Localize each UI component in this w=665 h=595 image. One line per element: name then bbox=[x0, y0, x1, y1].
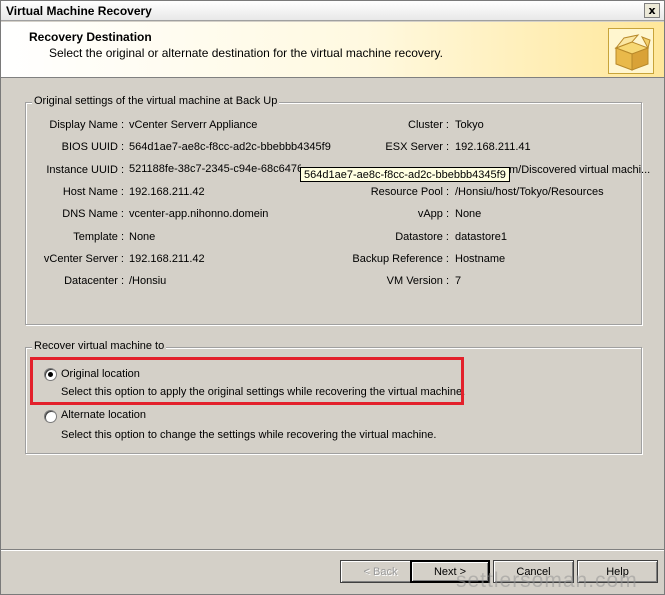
cluster-label: Cluster : bbox=[408, 119, 449, 131]
vapp-value: None bbox=[455, 208, 482, 220]
alternate-location-description: Select this option to change the setting… bbox=[61, 429, 437, 441]
wizard-header: Recovery Destination Select the original… bbox=[1, 22, 664, 78]
host-name-label: Host Name : bbox=[62, 186, 124, 198]
back-button[interactable]: < Back bbox=[340, 560, 421, 583]
bios-uuid-label: BIOS UUID : bbox=[61, 141, 124, 153]
original-settings-legend: Original settings of the virtual machine… bbox=[32, 95, 280, 107]
uuid-tooltip: 564d1ae7-ae8c-f8cc-ad2c-bbebbb4345f9 bbox=[300, 167, 510, 182]
window-title: Virtual Machine Recovery bbox=[6, 4, 152, 18]
open-box-icon bbox=[608, 28, 654, 74]
alternate-location-label[interactable]: Alternate location bbox=[61, 409, 146, 421]
page-subtitle: Select the original or alternate destina… bbox=[49, 46, 443, 60]
bios-uuid-value: 564d1ae7-ae8c-f8cc-ad2c-bbebbb4345f9 bbox=[129, 141, 331, 153]
esx-server-value: 192.168.211.41 bbox=[455, 141, 531, 153]
page-title: Recovery Destination bbox=[29, 30, 152, 44]
instance-uuid-value: 521188fe-38c7-2345-c94e-68c6476c bbox=[129, 163, 301, 175]
dns-name-value: vcenter-app.nihonno.domein bbox=[129, 208, 269, 220]
backup-reference-label: Backup Reference : bbox=[352, 253, 449, 265]
alternate-location-radio[interactable] bbox=[44, 410, 57, 423]
host-name-value: 192.168.211.42 bbox=[129, 186, 205, 198]
display-name-label: Display Name : bbox=[49, 119, 124, 131]
highlight-annotation bbox=[30, 357, 464, 405]
close-icon[interactable]: x bbox=[644, 3, 660, 18]
watermark-text: settlersoman.com bbox=[456, 569, 638, 592]
title-bar: Virtual Machine Recovery x bbox=[1, 1, 664, 21]
datastore-value: datastore1 bbox=[455, 231, 507, 243]
instance-uuid-label: Instance UUID : bbox=[46, 164, 124, 176]
vapp-label: vApp : bbox=[417, 208, 449, 220]
dns-name-label: DNS Name : bbox=[62, 208, 124, 220]
footer-separator bbox=[1, 549, 664, 551]
vm-folder-value: m/Discovered virtual machi... bbox=[509, 164, 651, 176]
cluster-value: Tokyo bbox=[455, 119, 484, 131]
datacenter-value: /Honsiu bbox=[129, 275, 167, 287]
resource-pool-value: /Honsiu/host/Tokyo/Resources bbox=[455, 186, 604, 198]
datacenter-label: Datacenter : bbox=[64, 275, 124, 287]
datastore-label: Datastore : bbox=[395, 231, 449, 243]
display-name-value: vCenter Serverr Appliance bbox=[129, 119, 258, 131]
vcenter-server-label: vCenter Server : bbox=[43, 253, 124, 265]
recovery-dialog: Virtual Machine Recovery x Recovery Dest… bbox=[0, 0, 665, 595]
vm-version-value: 7 bbox=[455, 275, 462, 287]
vcenter-server-value: 192.168.211.42 bbox=[129, 253, 205, 265]
resource-pool-label: Resource Pool : bbox=[370, 186, 449, 198]
backup-reference-value: Hostname bbox=[455, 253, 506, 265]
vm-version-label: VM Version : bbox=[386, 275, 449, 287]
template-label: Template : bbox=[73, 231, 124, 243]
template-value: None bbox=[129, 231, 156, 243]
esx-server-label: ESX Server : bbox=[385, 141, 449, 153]
recover-to-legend: Recover virtual machine to bbox=[32, 340, 167, 352]
